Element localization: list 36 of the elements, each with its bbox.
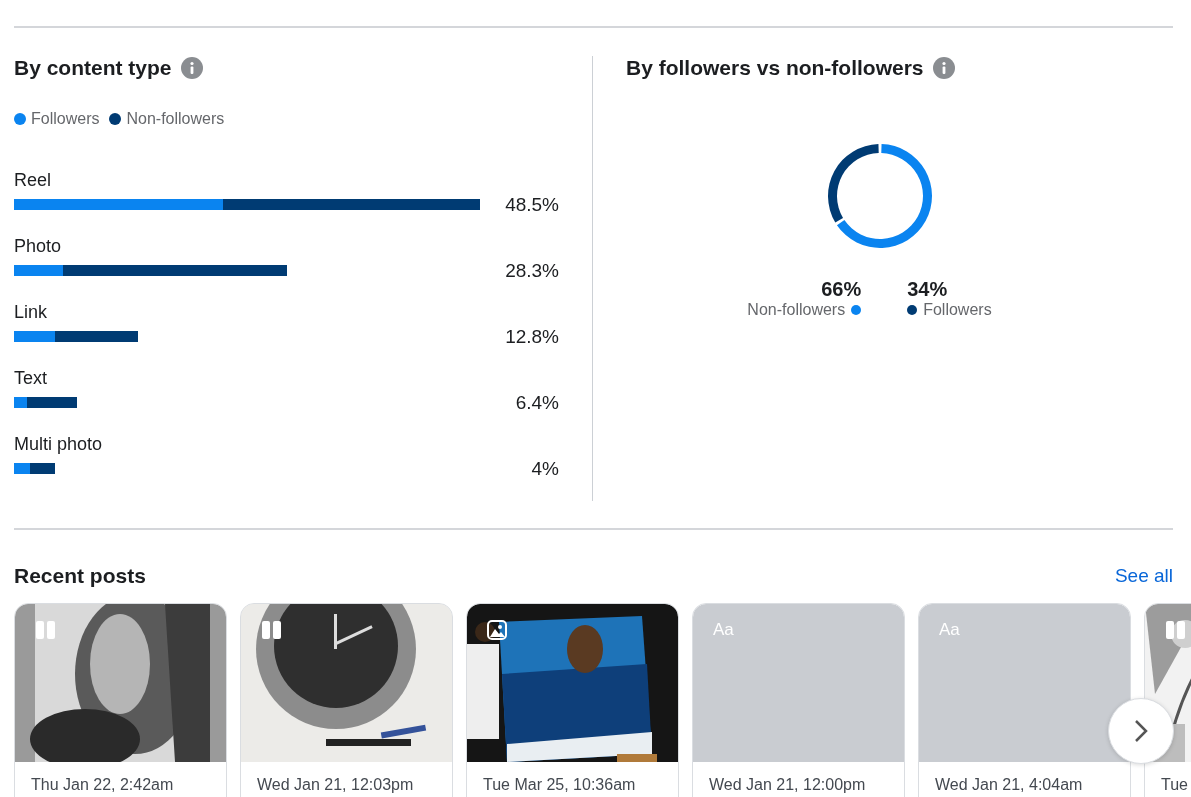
post-date: Wed Jan 21, 12:00pm: [708, 775, 867, 794]
post-date: Wed Jan 21, 12:03pm: [256, 775, 415, 794]
share-value: 66%: [821, 278, 862, 301]
percentage-value: 28.3%: [505, 260, 559, 282]
section-title: By followers vs non-followers: [626, 56, 924, 80]
percentage-value: 4%: [531, 458, 559, 480]
post-date: Thu Jan 22, 2:42am: [30, 775, 175, 794]
content-type-label: Multi photo: [14, 434, 104, 455]
percentage-value: 48.5%: [505, 194, 559, 216]
share-value: 34%: [907, 278, 948, 301]
chevron-right-icon: [1134, 719, 1148, 743]
percentage-value: 6.4%: [515, 392, 559, 414]
content-type-label: Link: [14, 302, 49, 323]
post-date: Tue Mar 25, 10:36am: [482, 775, 637, 794]
reel-icon: [35, 620, 57, 640]
info-icon[interactable]: [932, 57, 955, 79]
content-type-label: Photo: [14, 236, 63, 257]
see-all-link[interactable]: See all: [1114, 565, 1173, 587]
section-title: By content type: [14, 56, 172, 80]
content-type-label: Reel: [14, 170, 53, 191]
legend-label: Non-followers: [747, 301, 846, 319]
image-icon: [487, 620, 507, 640]
post-card[interactable]: Wed Jan 21, 12:03pm: [240, 603, 453, 797]
section-title: Recent posts: [14, 564, 146, 588]
post-card[interactable]: Tue Mar 25, 10:36am: [466, 603, 679, 797]
content-type-label: Text: [14, 368, 48, 389]
percentage-value: 12.8%: [505, 326, 559, 348]
legend-label: Followers: [31, 110, 100, 128]
legend-label: Non-followers: [126, 110, 225, 128]
reel-icon: [1165, 620, 1187, 640]
post-date: Tue: [1160, 775, 1189, 794]
info-icon[interactable]: [180, 57, 203, 79]
reel-icon: [261, 620, 283, 640]
post-date: Wed Jan 21, 4:04am: [934, 775, 1084, 794]
legend-label: Followers: [923, 301, 992, 319]
post-card[interactable]: Thu Jan 22, 2:42am: [14, 603, 227, 797]
